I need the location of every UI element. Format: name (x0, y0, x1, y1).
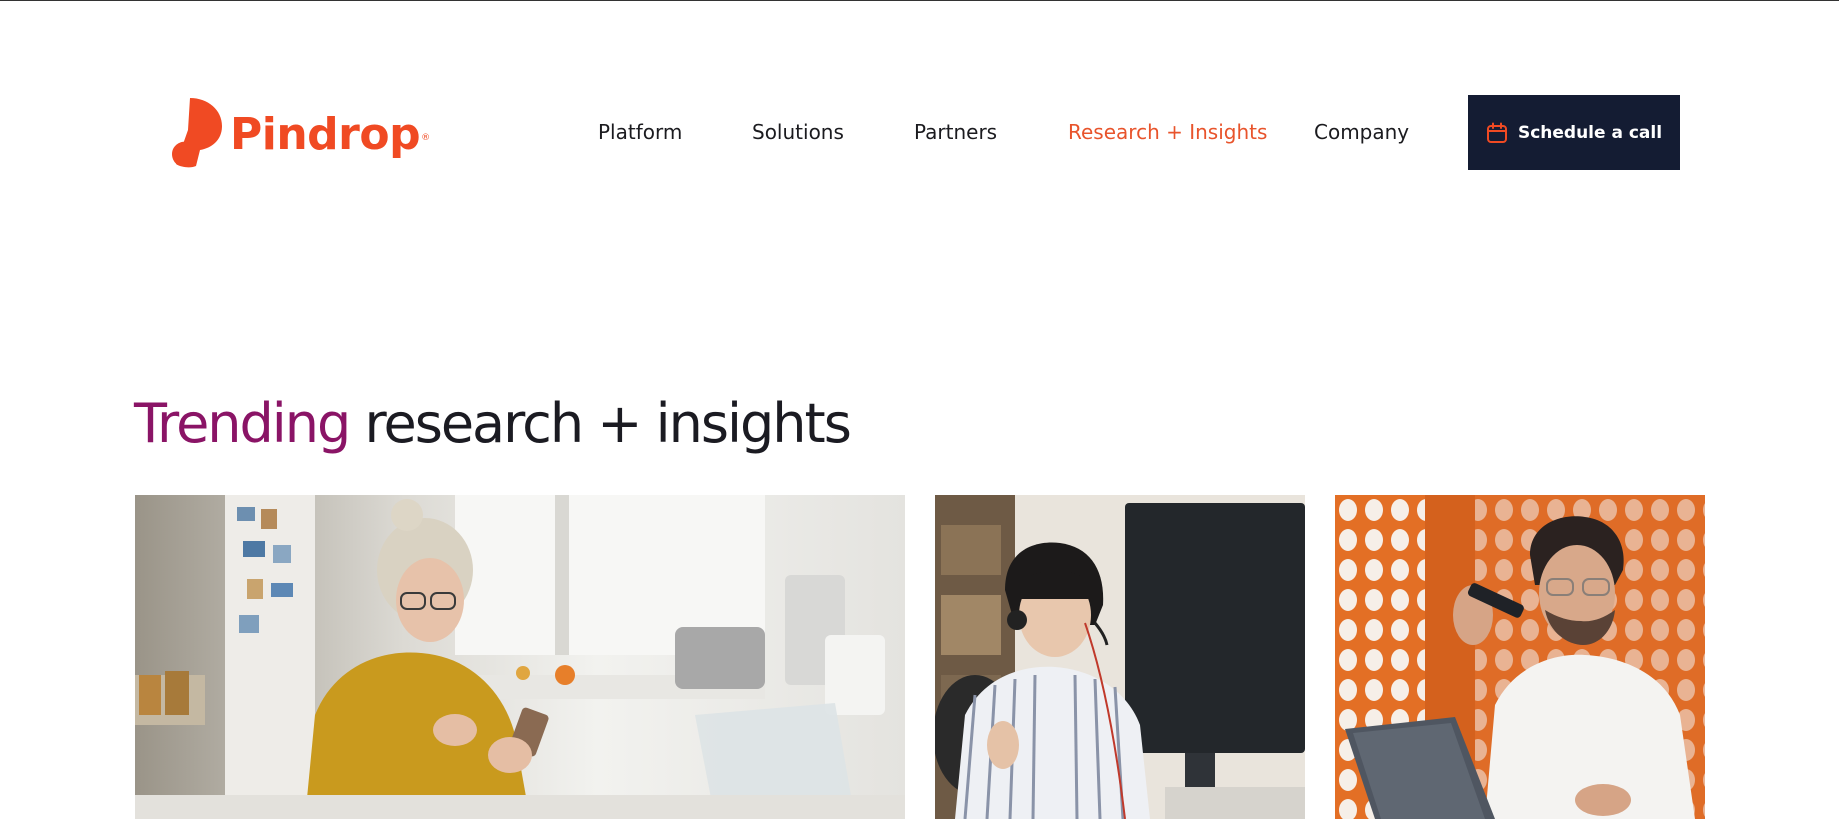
nav-platform[interactable]: Platform (598, 118, 682, 146)
section-title-accent: Trending (134, 392, 351, 455)
agent-with-headset-at-monitor-photo (935, 495, 1305, 819)
top-border (0, 0, 1839, 1)
nav-partners[interactable]: Partners (914, 118, 997, 146)
nav-research-insights[interactable]: Research + Insights (1068, 118, 1267, 146)
article-card-3[interactable] (1335, 495, 1705, 819)
section-title-rest: research + insights (349, 392, 851, 455)
article-card-1[interactable] (135, 495, 905, 819)
woman-in-kitchen-with-phone-photo (135, 495, 905, 819)
section-title: Trending research + insights (134, 390, 852, 458)
nav-solutions[interactable]: Solutions (752, 118, 844, 146)
schedule-call-label: Schedule a call (1517, 122, 1663, 143)
calendar-icon (1486, 122, 1507, 143)
man-speaking-into-phone-at-laptop-photo (1335, 495, 1705, 819)
article-card-2[interactable] (935, 495, 1305, 819)
schedule-call-button[interactable]: Schedule a call (1468, 95, 1680, 170)
nav-company[interactable]: Company (1314, 118, 1409, 146)
